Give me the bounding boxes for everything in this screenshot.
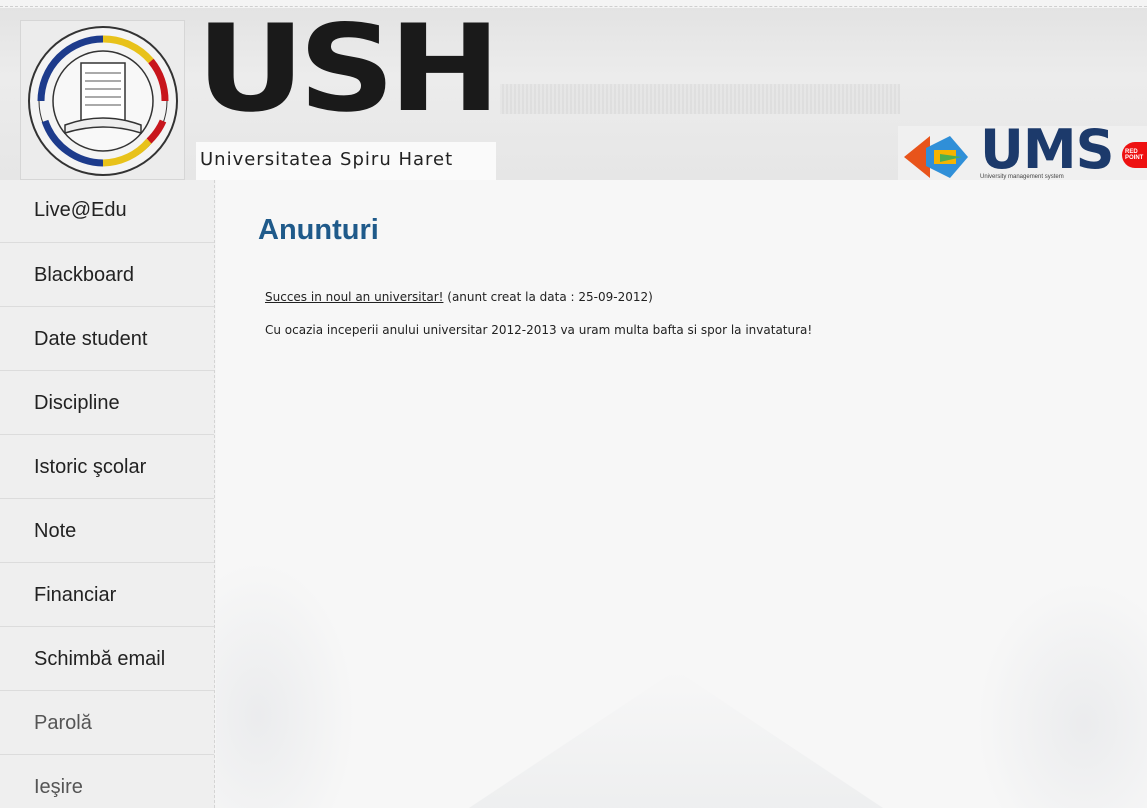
page-title: Anunturi bbox=[258, 214, 379, 246]
redpoint-logo: RED POINT bbox=[1122, 142, 1147, 168]
seal-icon bbox=[28, 26, 178, 176]
header-decoration bbox=[500, 84, 900, 114]
sidebar-item-financiar[interactable]: Financiar bbox=[0, 563, 214, 627]
sidebar-item-istoric-scolar[interactable]: Istoric şcolar bbox=[0, 435, 214, 499]
university-seal bbox=[20, 20, 185, 180]
ums-logo-text: UMS bbox=[980, 118, 1114, 180]
ush-logo: USH bbox=[196, 8, 501, 139]
announcement-meta: (anunt creat la data : 25-09-2012) bbox=[443, 290, 653, 304]
sidebar-nav: Live@Edu Blackboard Date student Discipl… bbox=[0, 180, 215, 808]
background-decoration bbox=[216, 560, 356, 808]
background-decoration bbox=[976, 580, 1147, 808]
background-building bbox=[466, 670, 886, 808]
sidebar-item-discipline[interactable]: Discipline bbox=[0, 371, 214, 435]
sidebar-item-note[interactable]: Note bbox=[0, 499, 214, 563]
redpoint-text: RED POINT bbox=[1125, 149, 1144, 161]
sidebar-item-live-edu[interactable]: Live@Edu bbox=[0, 180, 214, 243]
top-divider bbox=[0, 6, 1147, 7]
announcement-body: Cu ocazia inceperii anului universitar 2… bbox=[265, 323, 813, 337]
sidebar-item-parola[interactable]: Parolă bbox=[0, 691, 214, 755]
sidebar-item-date-student[interactable]: Date student bbox=[0, 307, 214, 371]
header: USH Universitatea Spiru Haret UMS Univer… bbox=[0, 8, 1147, 180]
sidebar-item-blackboard[interactable]: Blackboard bbox=[0, 243, 214, 307]
sidebar-item-iesire[interactable]: Ieşire bbox=[0, 755, 214, 808]
ums-arrow-icon bbox=[904, 136, 968, 178]
main-content: Anunturi Succes in noul an universitar! … bbox=[216, 180, 1147, 808]
university-name: Universitatea Spiru Haret bbox=[200, 149, 454, 170]
sidebar-item-schimba-email[interactable]: Schimbă email bbox=[0, 627, 214, 691]
announcement-title-link[interactable]: Succes in noul an universitar! bbox=[265, 290, 443, 304]
announcement-header: Succes in noul an universitar! (anunt cr… bbox=[265, 290, 653, 304]
